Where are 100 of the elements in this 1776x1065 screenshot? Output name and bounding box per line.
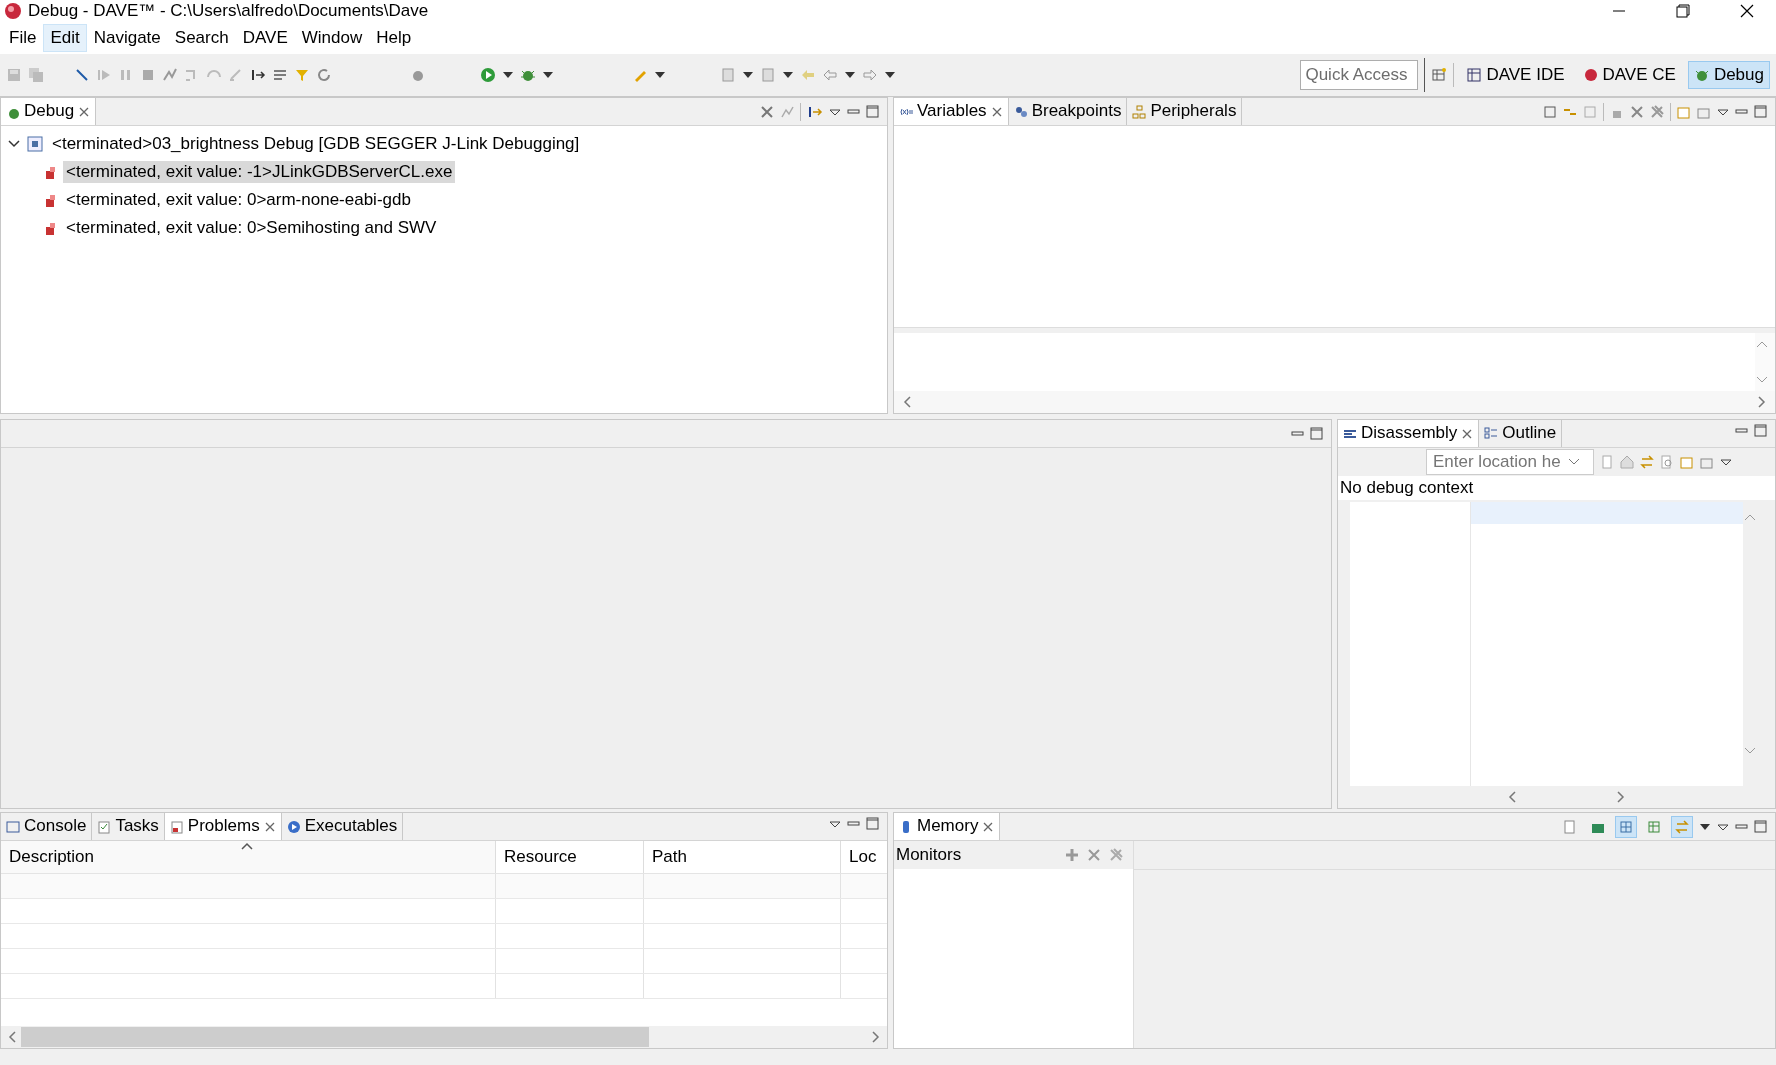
perspective-button[interactable]: DAVE IDE [1460,60,1571,90]
view-tab[interactable]: Variables [894,98,1009,125]
maximize-icon[interactable] [1754,424,1767,437]
run-icon[interactable] [480,67,496,83]
tasks-icon [97,819,112,834]
back-icon[interactable] [822,67,838,83]
caret-icon[interactable] [1699,821,1711,832]
filter-icon[interactable] [294,67,310,83]
step-arrow-icon[interactable] [250,67,266,83]
scroll-left-icon[interactable] [902,395,912,409]
view-menu-icon[interactable] [829,106,841,117]
view-menu-icon[interactable] [1717,821,1729,832]
perspective-button[interactable]: DAVE CE [1576,60,1682,90]
scroll-up-icon[interactable] [1755,339,1769,349]
view-tab[interactable]: Problems [164,813,282,840]
maximize-icon[interactable] [866,105,879,118]
menu-item[interactable]: DAVE [235,23,295,53]
close-icon[interactable] [1740,4,1754,18]
search-page-icon[interactable] [1660,455,1674,469]
process-icon [43,221,57,235]
scroll-right-icon[interactable] [1757,395,1767,409]
scroll-down-icon[interactable] [1743,746,1757,756]
remove-all-icon[interactable] [1109,848,1123,862]
scroll-down-icon[interactable] [1755,375,1769,385]
logo-icon [4,2,22,20]
caret-icon[interactable] [782,70,794,80]
scroll-right-icon[interactable] [871,1030,881,1044]
open-perspective-icon[interactable] [1431,67,1448,83]
pin-icon[interactable] [1700,455,1714,469]
caret-icon[interactable] [844,70,856,80]
grid-icon [1619,819,1633,834]
disconnect-icon[interactable] [162,67,178,83]
collapse-icon[interactable] [1543,104,1557,119]
forward-icon[interactable] [862,67,878,83]
quick-access-field[interactable]: Quick Access [1300,60,1419,90]
maximize-icon[interactable] [1754,105,1767,118]
scrollbar-thumb[interactable] [21,1027,649,1047]
menu-item[interactable]: Search [167,23,236,53]
add-icon[interactable] [1065,848,1079,862]
table-icon [1647,819,1661,834]
executables-icon [286,819,301,834]
column-header[interactable]: Description [1,841,496,873]
view-tab[interactable]: Debug [1,98,97,125]
remove-icon[interactable] [1087,848,1101,862]
scroll-up-icon[interactable] [1743,512,1757,523]
hierarchy-icon [1132,104,1147,119]
location-combo[interactable]: Enter location he [1426,449,1594,475]
breakpoint-icon [1013,104,1028,119]
tree-item[interactable]: <terminated, exit value: 0>Semihosting and SWV [63,216,440,240]
tree-item[interactable]: <terminated, exit value: 0>arm-none-eabi-gdb [63,188,414,212]
process-icon [43,165,57,179]
table-icon [1466,67,1483,83]
maximize-icon[interactable] [1754,820,1767,833]
lines-icon[interactable] [272,67,288,83]
new-page-icon [1563,819,1577,834]
swap-icon[interactable] [1640,455,1654,469]
view-tab[interactable]: Disassembly [1338,420,1480,447]
caret-icon[interactable] [884,70,896,80]
menu-item[interactable]: Navigate [86,23,168,53]
scroll-right-icon[interactable] [1615,790,1626,804]
view-menu-icon[interactable] [829,818,841,829]
remove-all-icon[interactable] [1650,104,1664,119]
stop-icon[interactable] [140,67,156,83]
sort-up-icon [240,842,253,851]
outline-icon [1484,426,1499,441]
menu-item[interactable]: Edit [43,23,87,53]
view-tab[interactable]: Memory [894,813,1001,840]
process-icon [43,193,57,207]
menu-item[interactable]: File [2,23,44,53]
view-menu-icon[interactable] [1720,457,1732,467]
caret-icon[interactable] [654,70,666,80]
perspective-button[interactable]: Debug [1687,60,1770,90]
pencil-icon[interactable] [74,67,90,83]
tree-item[interactable]: <terminated>03_brightness Debug [GDB SEGGER J-Link Debugging] [49,132,583,156]
new-view-icon[interactable] [1677,104,1691,119]
tree-item[interactable]: <terminated, exit value: -1>JLinkGDBServerCL.exe [63,160,456,184]
console-icon [6,819,20,834]
toggle-button[interactable] [1615,815,1637,838]
window-title: Debug - DAVE™ - C:\Users\alfredo\Documents\Dave [28,0,429,22]
caret-icon[interactable] [742,70,754,80]
menu-item[interactable]: Window [294,23,370,53]
caret-icon[interactable] [542,70,554,80]
scroll-left-icon[interactable] [1507,790,1518,804]
restore-icon[interactable] [1676,4,1690,18]
refresh-icon[interactable] [316,67,332,83]
toggle-button[interactable] [1671,815,1693,838]
new-view-icon[interactable] [1680,455,1694,469]
caret-icon[interactable] [502,70,514,80]
remove-terminated-icon[interactable] [760,104,774,119]
disconnect-icon[interactable] [780,104,794,119]
remove-icon[interactable] [1630,104,1644,119]
view-menu-icon[interactable] [1717,106,1729,117]
home-icon[interactable] [1620,455,1634,469]
variable-icon [899,107,913,116]
monitors-label: Monitors [896,844,962,866]
problems-icon [169,819,184,834]
scroll-left-icon[interactable] [7,1030,17,1044]
maximize-icon[interactable] [1310,427,1323,440]
maximize-icon[interactable] [866,817,879,830]
menu-item[interactable]: Help [369,23,419,53]
